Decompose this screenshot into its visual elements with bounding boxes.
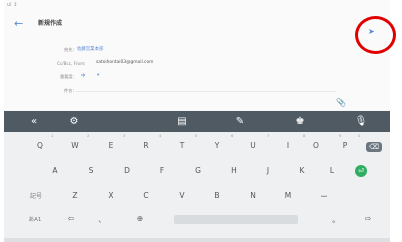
hint-9: 9 [339,133,342,138]
key-u[interactable]: U [245,141,261,150]
hint-5: 5 [195,133,198,138]
backspace-icon[interactable]: ⌫ [366,142,382,152]
hint-4: 4 [159,133,162,138]
hint-6: 6 [231,133,234,138]
key-b[interactable]: B [209,191,225,200]
priority-label: 重要度： [60,74,77,79]
key-comma[interactable]: 、 [95,214,109,225]
mic-icon[interactable]: 🎙 [351,114,371,129]
key-p[interactable]: P [337,141,353,150]
status-text: ul ↕ [7,2,18,8]
cursor-left-icon[interactable]: ⇦ [64,214,78,223]
page-title: 新規作成 [38,20,63,27]
key-i[interactable]: I [280,141,296,150]
subject-label: 件名： [64,88,77,93]
hint-7: 7 [267,133,270,138]
key-x[interactable]: X [103,191,119,200]
key-v[interactable]: V [174,191,190,200]
cursor-right-icon[interactable]: ⇨ [361,214,375,223]
key-g[interactable]: G [190,166,206,175]
hint-8: 8 [303,133,306,138]
status-bar: ul ↕ [4,0,390,10]
from-field[interactable]: satoihontai03@gmail.com [96,60,153,65]
to-field[interactable]: 佐藤営業本部 [77,46,103,52]
highlight-circle [355,16,396,54]
keyboard-toolbar: « ⚙ ▤ ✎ ♚ 🎙 [4,111,390,132]
hint-0: 0 [358,133,361,138]
key-m[interactable]: M [280,191,296,200]
chevron-down-icon[interactable]: ▾ [97,73,99,78]
keyboard: « ⚙ ▤ ✎ ♚ 🎙 1 2 3 4 5 6 7 8 9 0 Q W E R … [4,111,390,242]
key-a[interactable]: A [47,166,63,175]
key-symbols[interactable]: 記号 [26,191,46,200]
key-l[interactable]: L [324,166,340,175]
key-input-mode[interactable]: あA1 [24,215,46,223]
ccbcc-label: Cc/Bcc, From: [57,61,86,66]
key-o[interactable]: O [308,141,324,150]
number-hints: 1 2 3 4 5 6 7 8 9 0 [4,132,390,140]
key-n[interactable]: N [245,191,261,200]
collapse-icon[interactable]: « [24,114,44,129]
key-r[interactable]: R [138,141,154,150]
key-s[interactable]: S [83,166,99,175]
navigation-bar [4,238,390,242]
hint-1: 1 [51,133,54,138]
key-f[interactable]: F [154,166,170,175]
space-key[interactable] [174,215,298,224]
key-long-vowel[interactable]: ー [316,191,332,202]
key-y[interactable]: Y [209,141,225,150]
enter-icon[interactable]: ⏎ [355,165,367,177]
key-j[interactable]: J [260,166,276,175]
key-period[interactable]: 。 [329,214,343,225]
key-c[interactable]: C [138,191,154,200]
subject-field[interactable] [76,91,336,92]
key-w[interactable]: W [67,141,83,150]
key-h[interactable]: H [226,166,242,175]
app-window: ul ↕ ← 新規作成 ➤ 宛先： 佐藤営業本部 Cc/Bcc, From: s… [4,0,390,242]
shirt-icon[interactable]: ♚ [290,114,310,129]
key-k[interactable]: K [294,166,310,175]
arrow-left-icon[interactable]: ← [14,18,28,30]
key-q[interactable]: Q [32,141,48,150]
key-z[interactable]: Z [67,191,83,200]
key-e[interactable]: E [103,141,119,150]
paperclip-icon[interactable]: 📎 [336,98,346,108]
priority-select[interactable]: 中 [81,73,85,79]
hint-3: 3 [123,133,126,138]
to-label: 宛先： [64,47,77,52]
keyboard-icon[interactable]: ▤ [172,114,192,129]
key-t[interactable]: T [174,141,190,150]
hint-2: 2 [87,133,90,138]
gear-icon[interactable]: ⚙ [64,114,84,129]
key-d[interactable]: D [119,166,135,175]
edit-icon[interactable]: ✎ [230,114,250,129]
globe-icon[interactable]: ⊕ [133,214,147,223]
